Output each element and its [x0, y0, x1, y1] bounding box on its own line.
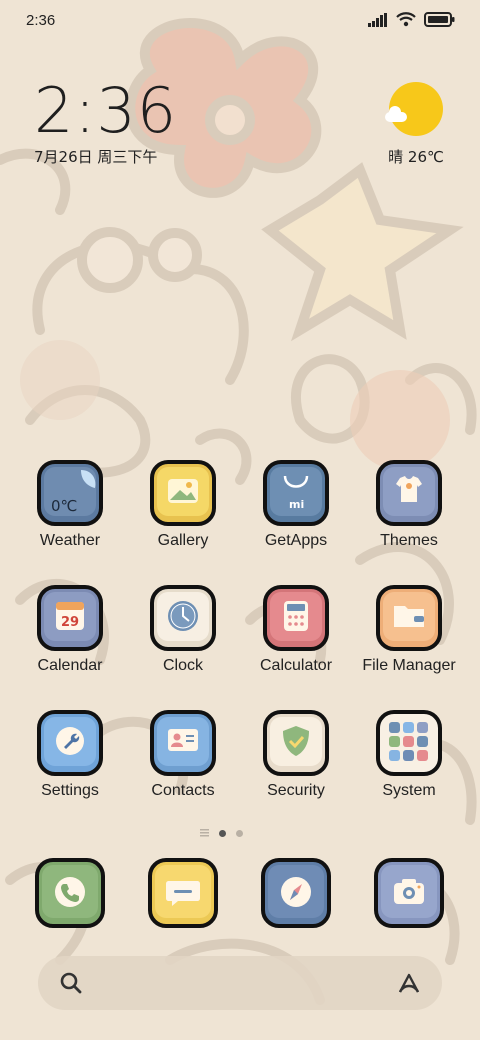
- wifi-icon: [396, 12, 416, 27]
- app-label: Calendar: [37, 657, 103, 674]
- page-dot[interactable]: [236, 829, 243, 837]
- cloud-shape: [385, 106, 407, 122]
- app-settings[interactable]: Settings: [14, 710, 126, 800]
- app-label: Weather: [39, 532, 101, 549]
- dock-phone[interactable]: [35, 858, 105, 928]
- app-label: File Manager: [362, 657, 456, 674]
- svg-text:29: 29: [61, 615, 79, 630]
- sun-cloud-icon: [385, 82, 443, 136]
- app-label: Calculator: [259, 657, 333, 674]
- app-themes[interactable]: Themes: [353, 460, 465, 550]
- status-icons: [368, 12, 456, 27]
- app-label: Clock: [162, 657, 203, 674]
- app-system-folder[interactable]: System: [353, 710, 465, 800]
- clock-widget[interactable]: 2:36 7月26日 周三下午: [34, 78, 177, 167]
- status-time: 2:36: [26, 12, 56, 29]
- app-weather[interactable]: 0℃ Weather: [14, 460, 126, 550]
- contacts-icon: [150, 710, 216, 776]
- widget-date: 7月26日 周三下午: [34, 148, 158, 166]
- svg-text:mi: mi: [289, 498, 304, 511]
- dock-browser[interactable]: [261, 858, 331, 928]
- app-getapps[interactable]: mi GetApps: [240, 460, 352, 550]
- list-icon: [200, 829, 209, 837]
- themes-icon: [376, 460, 442, 526]
- signal-icon: [368, 12, 387, 27]
- app-label: System: [382, 782, 436, 799]
- battery-icon: [424, 12, 455, 27]
- calculator-icon: [263, 585, 329, 651]
- app-clock[interactable]: Clock: [127, 585, 239, 675]
- svg-text:0℃: 0℃: [51, 497, 77, 515]
- clock-icon: [150, 585, 216, 651]
- assistant-icon[interactable]: [394, 970, 424, 996]
- system-folder-icon: [376, 710, 442, 776]
- app-contacts[interactable]: Contacts: [127, 710, 239, 800]
- app-label: GetApps: [264, 532, 328, 549]
- gallery-icon: [150, 460, 216, 526]
- calendar-icon: 29: [37, 585, 103, 651]
- app-label: Gallery: [157, 532, 209, 549]
- widget-time: 2:36: [34, 74, 178, 147]
- phone-icon: [35, 858, 105, 928]
- message-icon: [148, 858, 218, 928]
- search-bar[interactable]: [38, 956, 442, 1010]
- status-bar: 2:36: [0, 0, 480, 40]
- dock-messages[interactable]: [148, 858, 218, 928]
- app-label: Themes: [380, 532, 438, 549]
- dock-camera[interactable]: [374, 858, 444, 928]
- weather-icon: 0℃: [37, 460, 103, 526]
- app-label: Security: [267, 782, 325, 799]
- camera-icon: [374, 858, 444, 928]
- app-label: Settings: [41, 782, 99, 799]
- folder-icon: [376, 585, 442, 651]
- settings-icon: [37, 710, 103, 776]
- security-icon: [263, 710, 329, 776]
- app-gallery[interactable]: Gallery: [127, 460, 239, 550]
- weather-text: 晴 26℃: [388, 148, 444, 166]
- compass-icon: [261, 858, 331, 928]
- app-label: Contacts: [151, 782, 215, 799]
- page-dot-active[interactable]: [219, 829, 226, 837]
- weather-widget[interactable]: 晴 26℃: [384, 82, 448, 167]
- app-calendar[interactable]: 29 Calendar: [14, 585, 126, 675]
- search-icon[interactable]: [58, 970, 84, 996]
- page-indicator[interactable]: [200, 829, 243, 837]
- app-security[interactable]: Security: [240, 710, 352, 800]
- getapps-icon: mi: [263, 460, 329, 526]
- app-calculator[interactable]: Calculator: [240, 585, 352, 675]
- app-file-manager[interactable]: File Manager: [353, 585, 465, 675]
